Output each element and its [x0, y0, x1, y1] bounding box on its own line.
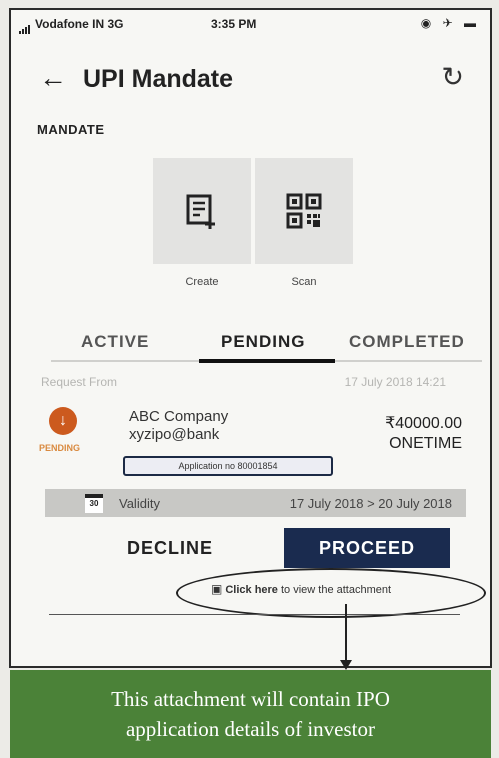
callout-line-1: This attachment will contain IPO [111, 687, 390, 711]
amount-value: ₹40000.00 [385, 415, 462, 432]
annotation-callout: This attachment will contain IPO applica… [10, 670, 491, 758]
validity-bar: 30 Validity 17 July 2018 > 20 July 2018 [45, 489, 466, 517]
status-badge: PENDING [39, 443, 81, 453]
phone-screen: Vodafone IN 3G 3:35 PM ◉ ✈ ▬ ← UPI Manda… [9, 8, 492, 668]
tab-completed[interactable]: COMPLETED [349, 332, 465, 352]
payee-info: ABC Company xyzipo@bank [129, 408, 228, 444]
clock: 3:35 PM [211, 17, 257, 31]
header: ← UPI Mandate ↻ [39, 62, 472, 102]
tab-pending[interactable]: PENDING [221, 332, 305, 352]
annotation-arrow-head [340, 660, 352, 670]
validity-range: 17 July 2018 > 20 July 2018 [289, 495, 452, 511]
tab-active[interactable]: ACTIVE [81, 332, 149, 352]
scan-mandate-button[interactable] [255, 158, 353, 264]
create-label: Create [185, 276, 219, 288]
mandate-tabs: ACTIVE PENDING COMPLETED [51, 332, 482, 366]
request-date: 17 July 2018 14:21 [344, 375, 446, 389]
refresh-icon[interactable]: ↻ [441, 62, 464, 93]
scan-label: Scan [291, 276, 317, 288]
carrier-text: Vodafone IN 3G [35, 17, 124, 31]
annotation-arrow-line [345, 604, 347, 666]
calendar-icon: 30 [85, 493, 103, 513]
validity-label: Validity [119, 495, 160, 511]
frequency-label: ONETIME [389, 435, 462, 452]
divider [49, 614, 460, 615]
pending-status-icon: ↓ [49, 407, 77, 435]
page-title: UPI Mandate [83, 65, 234, 93]
mandate-amount: ₹40000.00 ONETIME [385, 414, 462, 454]
qr-scan-icon [286, 193, 322, 229]
status-bar: Vodafone IN 3G 3:35 PM ◉ ✈ ▬ [11, 10, 490, 38]
decline-button[interactable]: DECLINE [127, 538, 213, 559]
section-label: MANDATE [37, 122, 105, 137]
create-doc-icon [186, 194, 215, 229]
proceed-button[interactable]: PROCEED [284, 528, 450, 568]
highlight-ellipse [176, 568, 486, 618]
callout-line-2: application details of investor [125, 717, 376, 741]
request-from-label: Request From [41, 375, 118, 389]
tab-selected-indicator [199, 359, 335, 363]
status-icons: ◉ ✈ ▬ [420, 16, 480, 30]
create-mandate-button[interactable] [153, 158, 251, 264]
back-arrow-icon[interactable]: ← [39, 64, 67, 92]
carrier-label: Vodafone IN 3G [19, 17, 124, 34]
application-number: Application no 80001854 [123, 456, 333, 476]
company-name: ABC Company [129, 408, 229, 425]
upi-id: xyzipo@bank [129, 426, 220, 443]
signal-icon [19, 20, 33, 34]
